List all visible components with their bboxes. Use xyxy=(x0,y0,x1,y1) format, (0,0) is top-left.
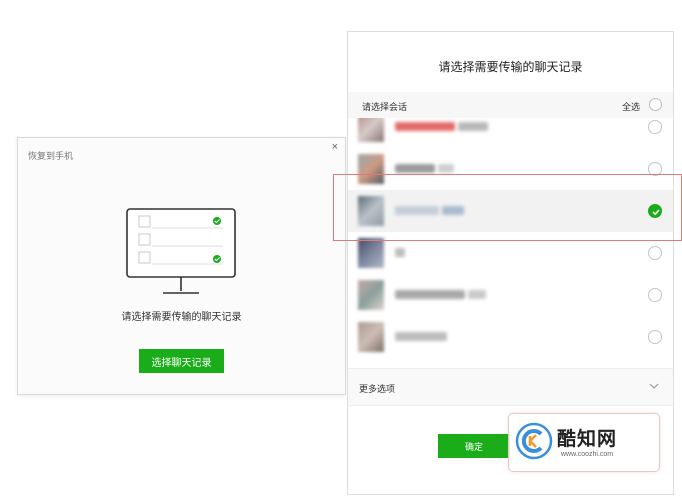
more-options-row[interactable]: 更多选项 xyxy=(348,368,673,406)
dialog-title: 恢复到手机 xyxy=(28,151,74,161)
radio-unchecked-icon[interactable] xyxy=(648,162,662,176)
more-options-label: 更多选项 xyxy=(359,384,396,394)
avatar xyxy=(358,322,384,352)
blurred-contact-name xyxy=(438,164,454,173)
blurred-contact-name xyxy=(442,206,464,215)
select-conversation-header: 请选择会话 全选 xyxy=(348,92,673,118)
transfer-prompt: 请选择需要传输的聊天记录 xyxy=(121,312,242,323)
blurred-contact-name xyxy=(395,206,439,215)
conversation-item[interactable] xyxy=(348,316,673,358)
select-chat-history-button[interactable]: 选择聊天记录 xyxy=(139,349,224,373)
panel-title: 请选择需要传输的聊天记录 xyxy=(438,60,583,74)
radio-unchecked-icon[interactable] xyxy=(648,120,662,134)
blurred-contact-name xyxy=(395,332,447,341)
blurred-contact-name xyxy=(458,122,488,131)
select-conversation-label: 请选择会话 xyxy=(362,102,408,112)
select-all-label: 全选 xyxy=(621,102,640,112)
select-all-radio[interactable] xyxy=(649,98,662,111)
conversation-item[interactable] xyxy=(348,148,673,190)
conversation-item[interactable] xyxy=(348,118,673,148)
radio-unchecked-icon[interactable] xyxy=(648,330,662,344)
avatar xyxy=(358,154,384,184)
radio-checked-icon[interactable] xyxy=(648,204,662,218)
conversation-item[interactable] xyxy=(348,190,673,232)
watermark: 酷知网 www.coozhi.com xyxy=(508,413,660,472)
restore-to-phone-dialog: 恢复到手机 × 请选择需要传输的聊天记录 选择聊天记录 xyxy=(17,137,346,395)
watermark-title: 酷知网 xyxy=(557,429,618,450)
blurred-contact-name xyxy=(395,290,465,299)
avatar xyxy=(358,238,384,268)
avatar xyxy=(358,280,384,310)
coozhi-logo-icon xyxy=(515,422,553,460)
blurred-contact-name xyxy=(395,164,435,173)
watermark-url: www.coozhi.com xyxy=(561,451,614,458)
chevron-down-icon xyxy=(649,383,659,389)
radio-unchecked-icon[interactable] xyxy=(648,246,662,260)
blurred-contact-name xyxy=(395,122,455,131)
confirm-button[interactable]: 确定 xyxy=(438,434,510,458)
avatar xyxy=(358,118,384,142)
conversation-list xyxy=(348,118,673,368)
monitor-icon xyxy=(126,208,236,294)
blurred-contact-name xyxy=(468,290,486,299)
blurred-contact-name xyxy=(395,248,405,257)
conversation-item[interactable] xyxy=(348,274,673,316)
avatar xyxy=(358,196,384,226)
radio-unchecked-icon[interactable] xyxy=(648,288,662,302)
close-icon[interactable]: × xyxy=(332,141,338,153)
conversation-item[interactable] xyxy=(348,232,673,274)
